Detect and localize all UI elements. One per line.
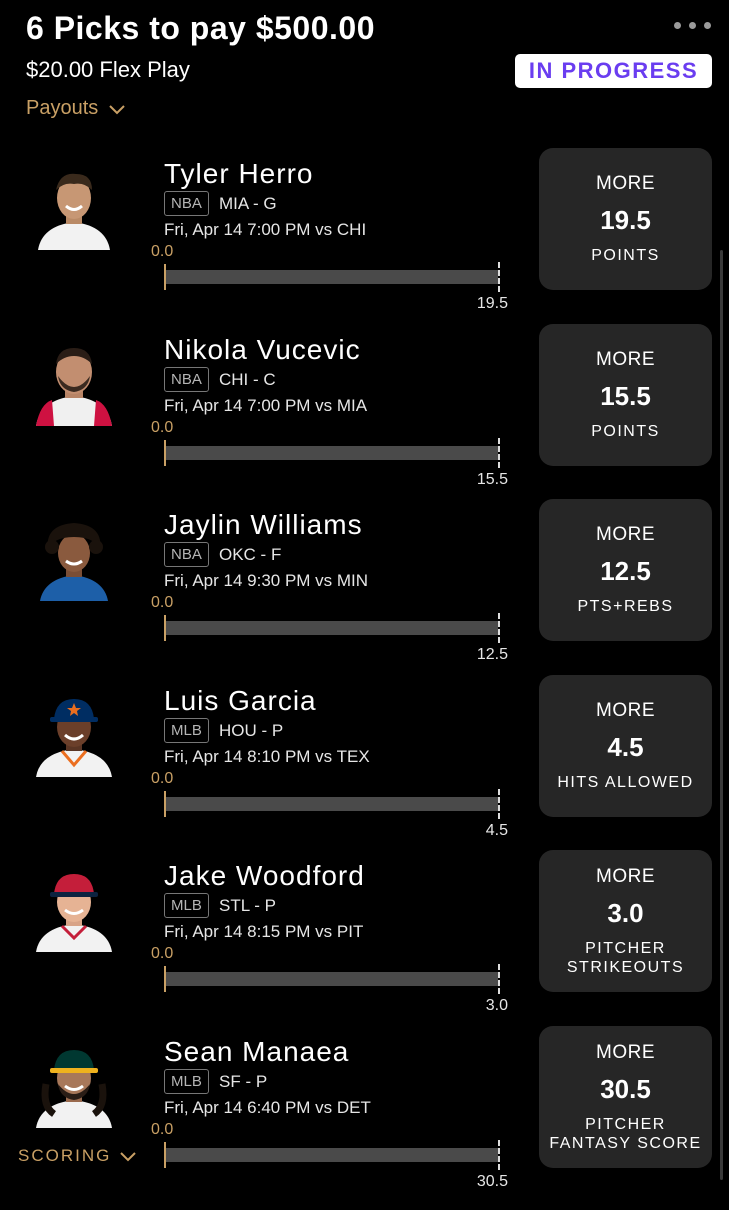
pick-row: Nikola Vucevic NBA CHI - C Fri, Apr 14 7… [0, 324, 729, 508]
pick-row: Tyler Herro NBA MIA - G Fri, Apr 14 7:00… [0, 148, 729, 332]
projection-card[interactable]: MORE 4.5 HITS ALLOWED [539, 675, 712, 817]
league-badge: MLB [164, 718, 209, 743]
target-marker [498, 438, 500, 468]
player-name: Jaylin Williams [164, 509, 363, 540]
current-value: 0.0 [151, 945, 174, 962]
pick-row: Sean Manaea MLB SF - P Fri, Apr 14 6:40 … [0, 1026, 729, 1210]
player-headshot [40, 523, 108, 601]
game-time: Fri, Apr 14 8:15 PM vs PIT [164, 922, 364, 941]
target-marker [498, 964, 500, 994]
game-time: Fri, Apr 14 7:00 PM vs CHI [164, 220, 367, 239]
target-value: 4.5 [485, 822, 508, 839]
target-value: 12.5 [476, 646, 508, 663]
payouts-label: Payouts [26, 97, 99, 119]
player-headshot [36, 1050, 112, 1128]
player-headshot [36, 874, 112, 952]
progress-bar [166, 972, 498, 986]
player-name: Tyler Herro [164, 158, 314, 189]
game-time: Fri, Apr 14 8:10 PM vs TEX [164, 747, 370, 766]
player-headshot [38, 173, 110, 250]
league-badge: NBA [164, 367, 209, 392]
target-marker [498, 613, 500, 643]
line-value: 12.5 [600, 556, 651, 586]
current-value: 0.0 [151, 770, 174, 787]
direction-label: MORE [596, 173, 655, 194]
player-name: Jake Woodford [164, 860, 365, 891]
game-time: Fri, Apr 14 9:30 PM vs MIN [164, 571, 369, 590]
scoring-toggle[interactable]: SCORING [18, 1146, 137, 1166]
chevron-down-icon [109, 104, 125, 114]
league-badge: NBA [164, 191, 209, 216]
player-name: Sean Manaea [164, 1036, 350, 1067]
team-position: SF - P [219, 1072, 268, 1091]
play-type: $20.00 Flex Play [26, 57, 190, 82]
team-position: HOU - P [219, 721, 284, 740]
pick-row: Jaylin Williams NBA OKC - F Fri, Apr 14 … [0, 499, 729, 683]
status-badge: IN PROGRESS [515, 54, 712, 88]
current-value: 0.0 [151, 243, 174, 260]
target-marker [498, 1140, 500, 1170]
stat-type: POINTS [591, 247, 660, 264]
stat-type: POINTS [591, 423, 660, 440]
direction-label: MORE [596, 524, 655, 545]
direction-label: MORE [596, 1041, 655, 1063]
target-marker [498, 262, 500, 292]
scoring-label: SCORING [18, 1146, 112, 1165]
direction-label: MORE [596, 349, 655, 370]
team-position: CHI - C [219, 370, 276, 389]
page-title: 6 Picks to pay $500.00 [26, 10, 375, 46]
target-value: 19.5 [476, 295, 508, 312]
player-headshot [36, 699, 112, 777]
current-value: 0.0 [151, 594, 174, 611]
team-position: OKC - F [219, 545, 282, 564]
line-value: 19.5 [600, 205, 651, 235]
scrollbar[interactable] [720, 250, 723, 1180]
league-badge: MLB [164, 893, 209, 918]
player-name: Nikola Vucevic [164, 334, 361, 365]
current-value: 0.0 [151, 1121, 174, 1138]
progress-bar [166, 1148, 498, 1162]
league-badge: MLB [164, 1069, 209, 1094]
stat-type: PITCHER STRIKEOUTS [566, 939, 685, 976]
target-value: 30.5 [476, 1173, 508, 1190]
progress-bar [166, 446, 498, 460]
line-value: 15.5 [600, 381, 651, 411]
projection-card[interactable]: MORE 15.5 POINTS [539, 324, 712, 466]
projection-card[interactable]: MORE 3.0 PITCHER STRIKEOUTS [539, 850, 712, 992]
stat-type: HITS ALLOWED [557, 774, 694, 791]
direction-label: MORE [596, 865, 655, 887]
pick-row: Jake Woodford MLB STL - P Fri, Apr 14 8:… [0, 850, 729, 1034]
team-position: STL - P [219, 896, 276, 915]
game-time: Fri, Apr 14 7:00 PM vs MIA [164, 396, 368, 415]
progress-bar [166, 270, 498, 284]
line-value: 30.5 [600, 1073, 651, 1104]
progress-bar [166, 621, 498, 635]
current-value: 0.0 [151, 419, 174, 436]
target-marker [498, 789, 500, 819]
projection-card[interactable]: MORE 19.5 POINTS [539, 148, 712, 290]
payouts-toggle[interactable]: Payouts [26, 97, 126, 120]
chevron-down-icon [120, 1152, 137, 1162]
target-value: 15.5 [476, 471, 508, 488]
progress-bar [166, 797, 498, 811]
projection-card[interactable]: MORE 12.5 PTS+REBS [539, 499, 712, 641]
team-position: MIA - G [219, 194, 277, 213]
projection-card[interactable]: MORE 30.5 PITCHER FANTASY SCORE [539, 1026, 712, 1168]
player-name: Luis Garcia [164, 685, 317, 716]
target-value: 3.0 [485, 997, 508, 1014]
line-value: 3.0 [607, 897, 644, 928]
player-headshot [36, 348, 112, 426]
stat-type: PTS+REBS [577, 598, 674, 615]
league-badge: NBA [164, 542, 209, 567]
direction-label: MORE [596, 700, 655, 721]
game-time: Fri, Apr 14 6:40 PM vs DET [164, 1098, 371, 1117]
line-value: 4.5 [607, 732, 644, 762]
stat-type: PITCHER FANTASY SCORE [549, 1115, 702, 1152]
pick-row: Luis Garcia MLB HOU - P Fri, Apr 14 8:10… [0, 675, 729, 859]
more-options-icon[interactable] [674, 22, 711, 29]
